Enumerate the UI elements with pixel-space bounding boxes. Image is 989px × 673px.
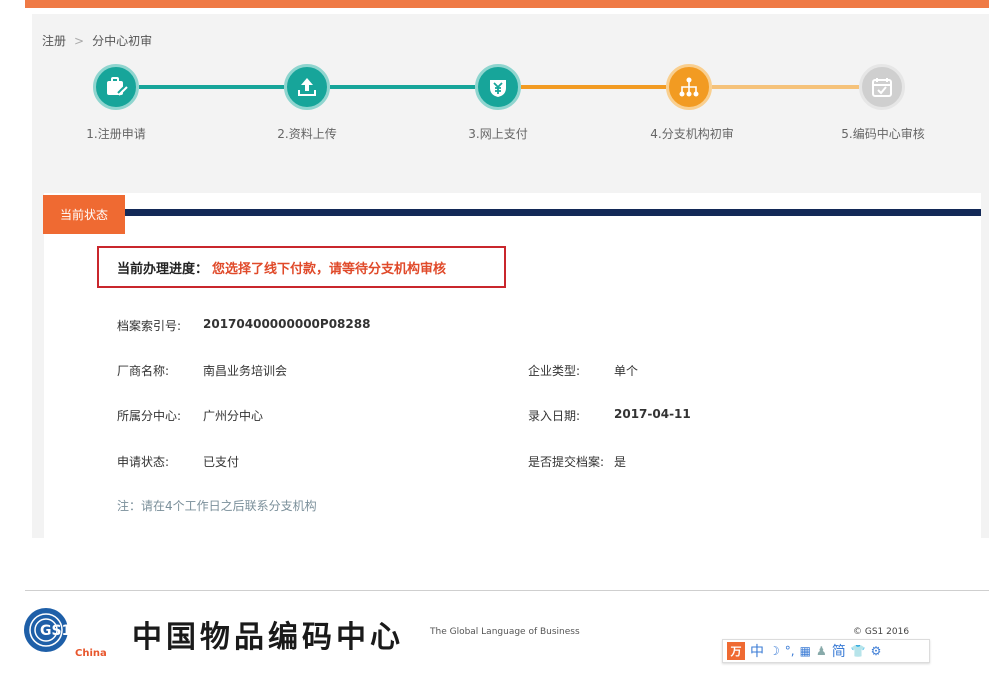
branch-network-icon	[679, 77, 699, 97]
gs1-china-label: China	[75, 648, 107, 659]
breadcrumb: 注册 > 分中心初审	[42, 32, 152, 49]
step-track-1	[139, 85, 284, 89]
punctuation-icon[interactable]: °,	[785, 644, 795, 658]
date-label: 录入日期:	[528, 409, 581, 423]
ime-mode-chinese[interactable]: 中	[750, 641, 764, 661]
copyright: © GS1 2016	[853, 627, 910, 637]
skin-icon[interactable]: 👕	[851, 644, 866, 658]
tagline: The Global Language of Business	[430, 627, 580, 637]
file-no-label: 档案索引号:	[117, 319, 182, 333]
moon-icon[interactable]: ☽	[769, 644, 780, 658]
submitted-value: 是	[614, 455, 627, 469]
ime-simplified[interactable]: 简	[832, 641, 846, 661]
step-3-circle	[475, 64, 521, 110]
top-accent-bar	[25, 0, 989, 8]
yen-icon	[490, 80, 506, 97]
step-track-3	[521, 85, 666, 89]
step-4-label: 4.分支机构初审	[650, 127, 734, 141]
center-value: 广州分中心	[203, 409, 264, 423]
apply-status-value: 已支付	[203, 455, 240, 469]
calendar-check-icon	[872, 78, 892, 97]
ime-toolbar: 万 中 ☽ °, ▦ ♟ 简 👕 ⚙	[722, 639, 930, 663]
center-label: 所属分中心:	[117, 409, 182, 423]
status-divider	[125, 209, 981, 216]
step-4-circle	[666, 64, 712, 110]
breadcrumb-separator: >	[74, 34, 85, 48]
upload-icon	[298, 78, 316, 96]
progress-box: 当前办理进度： 您选择了线下付款，请等待分支机构审核	[97, 246, 506, 288]
ime-logo-icon[interactable]: 万	[727, 642, 745, 660]
type-label: 企业类型:	[528, 364, 581, 378]
step-2-circle	[284, 64, 330, 110]
step-3-label: 3.网上支付	[468, 127, 528, 141]
step-1-circle	[93, 64, 139, 110]
step-5-label: 5.编码中心审核	[841, 127, 925, 141]
type-value: 单个	[614, 364, 639, 378]
submitted-label: 是否提交档案:	[528, 455, 605, 469]
company-value: 南昌业务培训会	[203, 364, 288, 378]
step-2-label: 2.资料上传	[277, 127, 337, 141]
note-text: 注：请在4个工作日之后联系分支机构	[117, 499, 317, 513]
user-icon[interactable]: ♟	[816, 644, 827, 658]
breadcrumb-item-initial-review: 分中心初审	[92, 34, 153, 48]
apply-status-label: 申请状态:	[117, 455, 170, 469]
file-no-value: 20170400000000P08288	[203, 317, 371, 331]
step-5-circle	[859, 64, 905, 110]
step-track-2	[330, 85, 475, 89]
status-card	[44, 193, 981, 538]
date-value: 2017-04-11	[614, 407, 691, 421]
breadcrumb-item-register[interactable]: 注册	[42, 34, 66, 48]
step-track-4	[712, 85, 859, 89]
step-1-label: 1.注册申请	[86, 127, 146, 141]
keyboard-icon[interactable]: ▦	[800, 644, 811, 658]
progress-label: 当前办理进度：	[117, 261, 209, 277]
company-label: 厂商名称:	[117, 364, 170, 378]
gs1-logo-text: GS1	[40, 623, 71, 639]
status-tab: 当前状态	[43, 195, 125, 234]
form-icon	[107, 77, 128, 96]
footer-divider	[25, 590, 989, 591]
org-name-logo: 中国物品编码中心	[132, 620, 404, 655]
progress-value: 您选择了线下付款，请等待分支机构审核	[212, 261, 447, 277]
settings-icon[interactable]: ⚙	[871, 644, 882, 658]
